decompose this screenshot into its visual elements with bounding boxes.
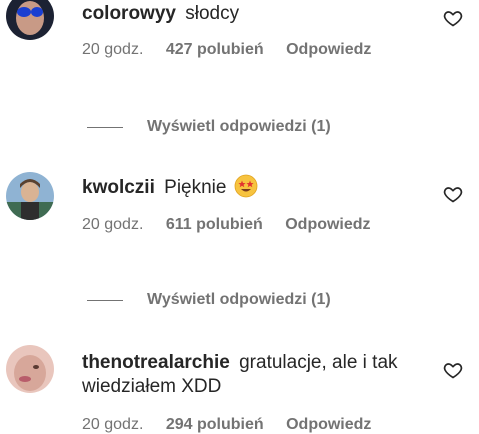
heart-outline-icon[interactable]: [443, 360, 463, 380]
heart-outline-icon[interactable]: [443, 184, 463, 204]
reply-button[interactable]: Odpowiedz: [286, 41, 371, 58]
comment-time[interactable]: 20 godz.: [82, 216, 143, 233]
comment-username[interactable]: colorowyy: [82, 3, 176, 24]
avatar[interactable]: [6, 0, 54, 40]
comment-meta: 20 godz. 294 polubień Odpowiedz: [82, 416, 389, 434]
comment: colorowyy słodcy 20 godz. 427 polubień O…: [0, 0, 479, 135]
comment-time[interactable]: 20 godz.: [82, 416, 143, 433]
comment-time[interactable]: 20 godz.: [82, 41, 143, 58]
comment-meta: 20 godz. 427 polubień Odpowiedz: [82, 41, 389, 59]
comment: kwolczii Pięknie 20 godz. 611 polubień O…: [0, 172, 479, 312]
star-struck-emoji-icon: [234, 174, 258, 198]
comment-username[interactable]: thenotrealarchie: [82, 352, 230, 373]
comment-likes[interactable]: 611 polubień: [166, 216, 263, 233]
avatar[interactable]: [6, 172, 54, 220]
comment-likes[interactable]: 294 polubień: [166, 416, 264, 433]
divider-line: [87, 299, 123, 301]
comment-text: słodcy: [185, 3, 240, 24]
view-replies-label: Wyświetl odpowiedzi (1): [147, 118, 331, 135]
reply-button[interactable]: Odpowiedz: [286, 416, 371, 433]
comment-text: Pięknie: [164, 177, 227, 198]
view-replies-label: Wyświetl odpowiedzi (1): [147, 291, 331, 308]
avatar[interactable]: [6, 345, 54, 393]
divider-line: [87, 126, 123, 128]
comment-likes[interactable]: 427 polubień: [166, 41, 264, 58]
reply-button[interactable]: Odpowiedz: [285, 216, 370, 233]
heart-outline-icon[interactable]: [443, 8, 463, 28]
comment-meta: 20 godz. 611 polubień Odpowiedz: [82, 216, 389, 234]
comment-username[interactable]: kwolczii: [82, 177, 155, 198]
comment: thenotrealarchie gratulacje, ale i tak w…: [0, 345, 479, 433]
view-replies-button[interactable]: Wyświetl odpowiedzi (1): [87, 291, 331, 309]
view-replies-button[interactable]: Wyświetl odpowiedzi (1): [87, 118, 331, 136]
